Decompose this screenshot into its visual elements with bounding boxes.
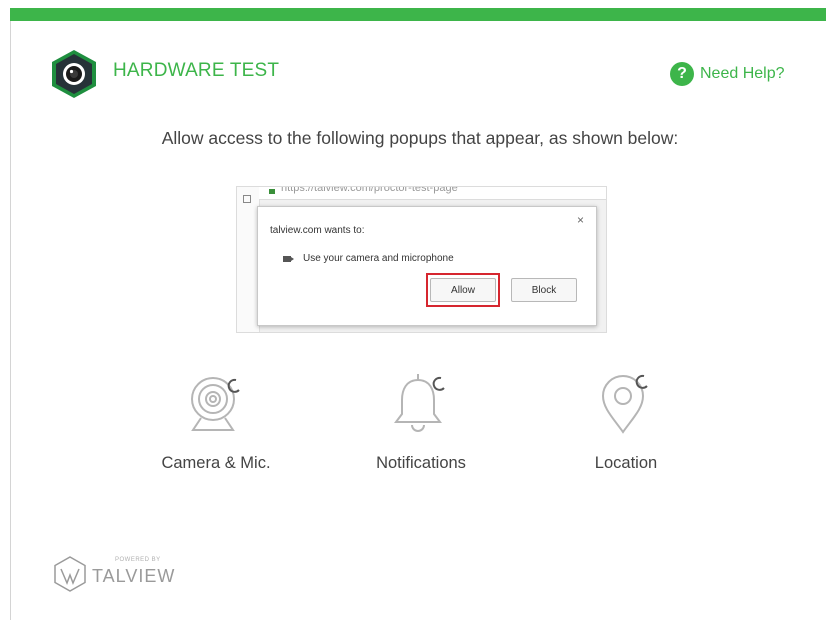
powered-by-text: POWERED BY [115,557,161,563]
webcam-icon [191,377,240,431]
example-address-bar: https://talview.com/proctor-test-page [259,186,606,200]
top-accent-bar [10,8,826,21]
permission-camera-label: Camera & Mic. [161,454,271,472]
bell-icon [394,374,445,432]
talview-logo-icon [54,556,86,592]
example-camera-icon [283,255,294,262]
example-close-icon: × [576,213,584,227]
talview-brand-text: TALVIEW [92,566,176,586]
example-permission-popup: https://talview.com/proctor-test-page × … [236,186,607,333]
example-wants-text: talview.com wants to: [270,225,365,236]
need-help-link[interactable]: ? Need Help? [670,62,785,86]
permission-location-label: Location [594,454,658,472]
example-url-text: https://talview.com/proctor-test-page [281,186,458,194]
example-block-button: Block [511,278,577,302]
permission-notifications-label: Notifications [376,454,466,472]
hardware-test-logo-icon [52,50,96,98]
instruction-text: Allow access to the following popups tha… [161,128,679,148]
permission-camera: Camera & Mic. [136,370,296,473]
example-permission-row: Use your camera and microphone [283,253,454,264]
permission-location: Location [546,370,706,473]
example-allow-button: Allow [430,278,496,302]
example-dialog: × talview.com wants to: Use your camera … [257,206,597,326]
page-title: HARDWARE TEST [113,60,280,81]
location-pin-icon [601,374,648,434]
need-help-label: Need Help? [700,65,785,82]
permission-notifications: Notifications [341,370,501,473]
help-question-icon: ? [670,62,694,86]
example-lock-icon [269,189,275,194]
example-permission-text: Use your camera and microphone [303,253,454,264]
example-tab-icon [243,195,251,203]
